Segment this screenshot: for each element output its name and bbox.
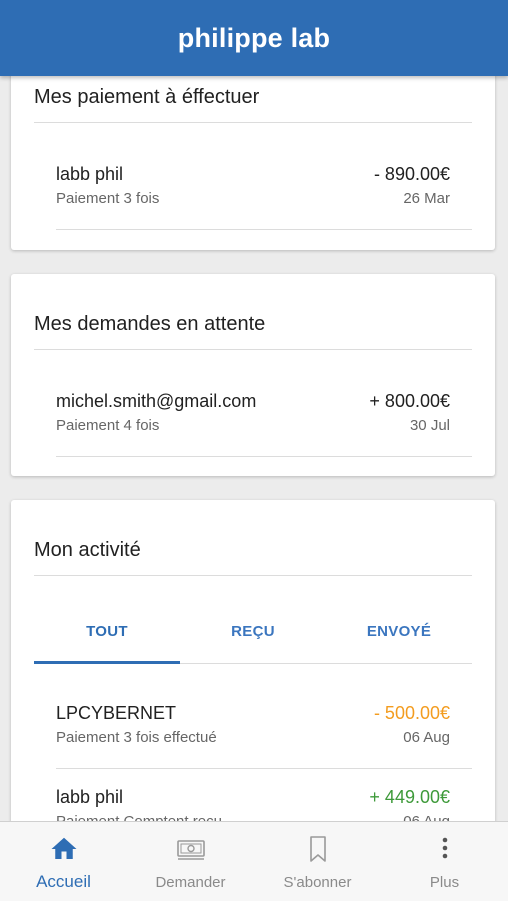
tab-sent-label: ENVOYÉ	[366, 622, 432, 640]
nav-more-label: Plus	[429, 874, 460, 891]
activity-date: 06 Aug	[403, 813, 450, 821]
bookmark-icon	[309, 836, 326, 862]
list-item[interactable]: labb phil Paiement Comptent reçu + 449.0…	[56, 787, 450, 821]
activity-name: labb phil	[56, 787, 124, 807]
nav-more[interactable]: Plus	[381, 822, 508, 901]
activity-detail: Paiement Comptent reçu	[56, 813, 222, 821]
divider	[34, 122, 472, 123]
list-item[interactable]: michel.smith@gmail.com Paiement 4 fois +…	[56, 391, 450, 451]
activity-name: LPCYBERNET	[56, 703, 177, 723]
main-content[interactable]: Mes paiement à éffectuer labb phil Paiem…	[0, 76, 508, 821]
activity-detail: Paiement 3 fois effectué	[56, 729, 217, 746]
payee-name: labb phil	[56, 164, 124, 184]
tab-received-label: REÇU	[231, 622, 275, 640]
requester-email: michel.smith@gmail.com	[56, 391, 257, 411]
activity-title: Mon activité	[34, 539, 141, 561]
divider	[56, 229, 472, 230]
nav-subscribe[interactable]: S'abonner	[254, 822, 381, 901]
pending-requests-card: Mes demandes en attente michel.smith@gma…	[11, 274, 495, 476]
activity-amount: + 449.00€	[369, 787, 450, 807]
nav-home-label: Accueil	[36, 872, 91, 891]
tab-all-label: TOUT	[86, 622, 128, 640]
bottom-navigation: Accueil Demander S'abonner Plus	[0, 821, 508, 901]
divider	[34, 349, 472, 350]
money-icon	[176, 840, 205, 860]
activity-amount: - 500.00€	[373, 703, 450, 723]
payments-due-title: Mes paiement à éffectuer	[34, 86, 260, 108]
activity-date: 06 Aug	[403, 729, 450, 746]
tab-indicator	[34, 661, 180, 664]
payment-date: 26 Mar	[403, 190, 450, 207]
nav-home[interactable]: Accueil	[0, 822, 127, 901]
activity-tabs: TOUT REÇU ENVOYÉ	[34, 600, 472, 664]
app-title: philippe lab	[177, 22, 331, 53]
payments-due-card: Mes paiement à éffectuer labb phil Paiem…	[11, 76, 495, 250]
request-detail: Paiement 4 fois	[56, 417, 160, 434]
pending-requests-title: Mes demandes en attente	[34, 313, 266, 335]
tab-received[interactable]: REÇU	[180, 600, 326, 662]
request-amount: + 800.00€	[369, 391, 450, 411]
divider	[56, 768, 472, 769]
app-bar: philippe lab	[0, 0, 508, 76]
activity-card: Mon activité TOUT REÇU ENVOYÉ LPCYBERNET…	[11, 500, 495, 821]
payment-detail: Paiement 3 fois	[56, 190, 160, 207]
nav-subscribe-label: S'abonner	[283, 874, 352, 891]
nav-request[interactable]: Demander	[127, 822, 254, 901]
divider	[56, 456, 472, 457]
nav-request-label: Demander	[155, 874, 226, 891]
divider	[34, 575, 472, 576]
tab-all[interactable]: TOUT	[34, 600, 180, 662]
request-date: 30 Jul	[409, 417, 450, 434]
list-item[interactable]: LPCYBERNET Paiement 3 fois effectué - 50…	[56, 703, 450, 763]
list-item[interactable]: labb phil Paiement 3 fois - 890.00€ 26 M…	[56, 164, 450, 224]
more-vert-icon	[442, 837, 447, 859]
home-icon	[51, 837, 76, 859]
tab-sent[interactable]: ENVOYÉ	[326, 600, 472, 662]
payment-amount: - 890.00€	[373, 164, 450, 184]
